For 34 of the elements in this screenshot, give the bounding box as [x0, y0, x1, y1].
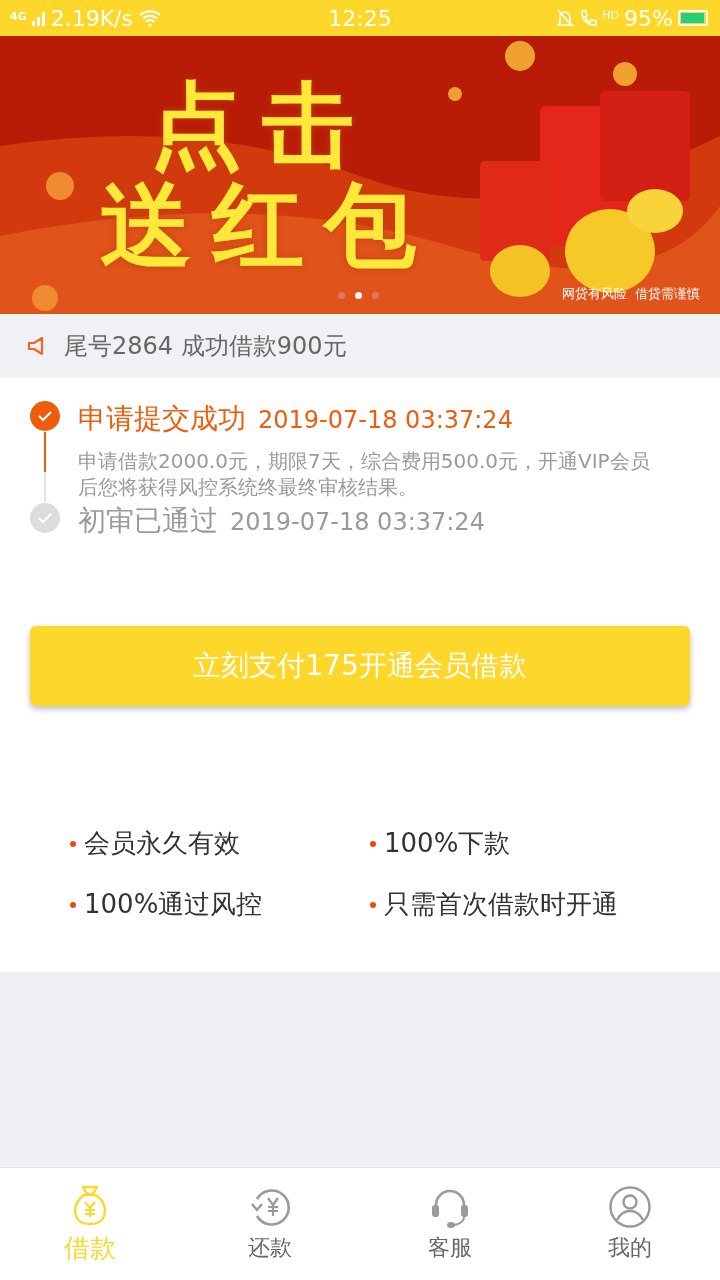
network-speed: 2.19K/s: [50, 5, 133, 31]
step-title: 申请提交成功: [78, 401, 246, 437]
clock: 12:25: [328, 5, 392, 31]
notice-text: 尾号2864 成功借款900元: [64, 331, 347, 362]
bullet-icon: [70, 840, 76, 847]
benefit-text: 会员永久有效: [84, 827, 240, 860]
banner-headline: 送红包: [100, 176, 436, 276]
carousel-dot[interactable]: [355, 292, 362, 299]
step-detail: 申请借款2000.0元，期限7天，综合费用500.0元，开通VIP会员后您将获得风控系统终最终审核结果。: [78, 448, 651, 500]
hd-label: HD: [602, 8, 620, 22]
bullet-icon: [370, 901, 376, 908]
banner-headline: 点击: [150, 76, 374, 176]
benefit-text: 100%下款: [384, 827, 511, 860]
risk-disclaimer: 网贷有风险 借贷需谨慎: [561, 285, 700, 303]
bell-muted-icon: [556, 8, 575, 28]
benefit-text: 只需首次借款时开通: [384, 888, 618, 921]
step-title: 初审已通过: [78, 503, 218, 539]
benefit-text: 100%通过风控: [84, 888, 263, 921]
user-icon: [608, 1185, 652, 1229]
signal-icon: [31, 10, 46, 26]
nav-tab[interactable]: 客服: [360, 1168, 540, 1280]
phone-icon: [579, 8, 598, 28]
nav-tab[interactable]: 还款: [180, 1168, 360, 1280]
carousel-dot[interactable]: [372, 292, 379, 299]
battery-percent: 95%: [624, 5, 673, 31]
carousel-dot[interactable]: [338, 292, 345, 299]
bullet-icon: [70, 901, 76, 908]
step-time: 2019-07-18 03:37:24: [258, 406, 513, 434]
network-label: 4G: [10, 9, 27, 23]
battery-icon: [678, 10, 708, 26]
bullet-icon: [370, 840, 376, 847]
step-time: 2019-07-18 03:37:24: [230, 508, 485, 536]
wifi-icon: [138, 9, 162, 27]
nav-tab[interactable]: 我的: [540, 1168, 720, 1280]
